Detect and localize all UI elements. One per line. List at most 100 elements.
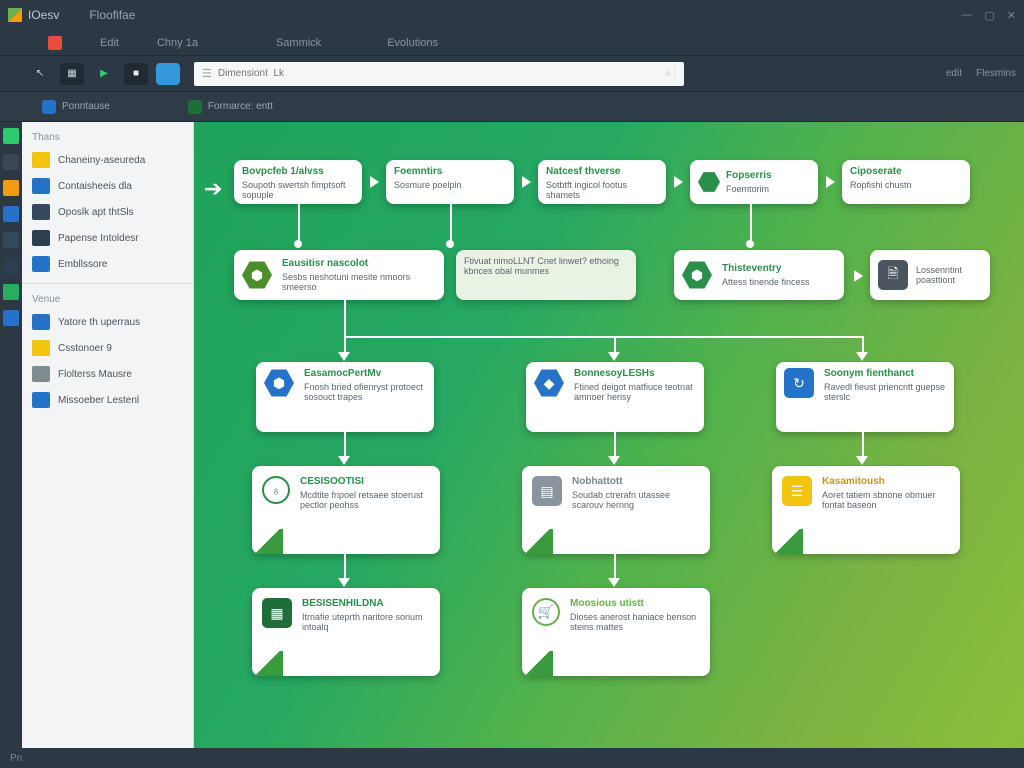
sidebar-item-label: Papense Intoldesr — [58, 233, 139, 244]
strip-icon[interactable] — [3, 128, 19, 144]
tool-box-icon[interactable]: ■ — [124, 63, 148, 85]
strip-icon[interactable] — [3, 310, 19, 326]
flow-node[interactable]: FoemntirsSosmure poelpin — [386, 160, 514, 204]
connector — [862, 432, 864, 458]
sidebar-item[interactable]: Csstonoer 9 — [22, 335, 193, 361]
search-box[interactable]: ☰ ⌕ ⋮ — [194, 62, 684, 86]
document-icon: 🗎 — [878, 260, 908, 290]
sidebar-item-label: Yatore th uperraus — [58, 317, 140, 328]
strip-icon[interactable] — [3, 258, 19, 274]
sidebar-item[interactable]: Yatore th uperraus — [22, 309, 193, 335]
connector — [750, 204, 752, 242]
tool-cursor-icon[interactable]: ↖ — [28, 63, 52, 85]
card-icon: ▤ — [532, 476, 562, 506]
connector-dot — [446, 240, 454, 248]
node-sub: Aoret tatiem sbnone obmuer fontat baseon — [822, 490, 936, 510]
connector — [614, 554, 616, 580]
flow-node[interactable]: ⬢ EasamocPertMvFnosh bried ofienryst pro… — [256, 362, 434, 432]
node-sub: Dioses anerost haniace benson steins mat… — [570, 612, 696, 632]
tool-strip — [0, 122, 22, 748]
sidebar-item[interactable]: Embllssore — [22, 251, 193, 277]
flow-node[interactable]: Ftivuat nimoLLNT Cnet linwet? ethoing kb… — [456, 250, 636, 300]
tool-grid-icon[interactable]: ▦ — [60, 63, 84, 85]
connector-dot — [746, 240, 754, 248]
node-title: Foemntirs — [394, 166, 506, 177]
menu-bar: Edit Chny 1a Sammick Evolutions — [0, 30, 1024, 56]
connector — [344, 432, 346, 458]
close-icon[interactable]: ✕ — [1007, 9, 1016, 22]
list-icon: ☰ — [782, 476, 812, 506]
chip-label: Ponntause — [62, 101, 110, 112]
app-logo-icon — [8, 8, 22, 22]
doc-icon — [32, 178, 50, 194]
folder-icon — [32, 256, 50, 272]
menu-item[interactable]: Sammick — [276, 37, 321, 49]
flow-node[interactable]: ☰KasamitoushAoret tatiem sbnone obmuer f… — [772, 466, 960, 554]
chart-icon: ▦ — [262, 598, 292, 628]
node-title: Fopserris — [726, 170, 772, 181]
flow-node[interactable]: 🛒Moosious utisttDioses anerost haniace b… — [522, 588, 710, 676]
sidebar-item[interactable]: Flolterss Mausre — [22, 361, 193, 387]
minimize-icon[interactable]: ― — [961, 9, 972, 22]
flow-node[interactable]: ♁CESISOOTISIMcdtite fripoel retsaee stoe… — [252, 466, 440, 554]
node-title: Bovpcfeb 1/alvss — [242, 166, 354, 177]
arrow-icon — [608, 578, 620, 587]
node-title: Eausitisr nascolot — [282, 258, 436, 269]
flow-node[interactable]: CiposerateRopfishi chustn — [842, 160, 970, 204]
flow-node[interactable]: Bovpcfeb 1/alvssSoupoth swertsh fimptsof… — [234, 160, 362, 204]
tool-blue-icon[interactable] — [156, 63, 180, 85]
tool-play-icon[interactable]: ▶ — [92, 63, 116, 85]
flow-node[interactable]: ⬢ ThisteventryAttess tinende fincess — [674, 250, 844, 300]
arrow-icon — [854, 270, 863, 282]
node-sub: Lossenntint poasttiont — [916, 265, 982, 285]
node-title: Nobhattott — [572, 476, 700, 487]
strip-icon[interactable] — [3, 232, 19, 248]
node-sub: Ftivuat nimoLLNT Cnet linwet? ethoing kb… — [464, 256, 619, 276]
search-input[interactable] — [218, 68, 665, 79]
maximize-icon[interactable]: ▢ — [984, 9, 994, 22]
node-sub: Soudab ctrerafn utassee scarouv hernng — [572, 490, 670, 510]
node-title: Natcesf thverse — [546, 166, 658, 177]
start-arrow-icon: ➔ — [204, 176, 222, 202]
sidebar-item-label: Embllssore — [58, 259, 107, 270]
strip-icon[interactable] — [3, 180, 19, 196]
arrow-icon — [608, 456, 620, 465]
flow-node[interactable]: 🗎 Lossenntint poasttiont — [870, 250, 990, 300]
node-title: Ciposerate — [850, 166, 962, 177]
node-title: Soonym fienthanct — [824, 368, 946, 379]
sidebar-item[interactable]: Missoeber Lestenl — [22, 387, 193, 413]
sidebar-item[interactable]: Chaneiny-aseureda — [22, 147, 193, 173]
sidebar-item[interactable]: Oposlk apt thtSls — [22, 199, 193, 225]
connector — [450, 204, 452, 242]
ribbon-right-label[interactable]: Flesmins — [976, 68, 1016, 79]
menu-item[interactable]: Chny 1a — [157, 37, 198, 49]
menu-item[interactable]: Edit — [100, 37, 119, 49]
app-menu-icon[interactable] — [48, 36, 62, 50]
connector — [614, 432, 616, 458]
arrow-icon — [522, 176, 531, 188]
strip-icon[interactable] — [3, 154, 19, 170]
sidebar-section-header: Thans — [22, 128, 193, 147]
flow-node[interactable]: FopserrisFoemtorim — [690, 160, 818, 204]
strip-icon[interactable] — [3, 206, 19, 222]
flow-node[interactable]: Natcesf thverseSotbtft ingicol footus sh… — [538, 160, 666, 204]
flow-node[interactable]: ▤ Nobhattott Soudab ctrerafn utassee scaro… — [522, 466, 710, 554]
sidebar-item[interactable]: Papense Intoldesr — [22, 225, 193, 251]
menu-item[interactable]: Evolutions — [387, 37, 438, 49]
arrow-icon — [856, 456, 868, 465]
window-icon — [32, 204, 50, 220]
flow-node[interactable]: ◆ BonnesoyLESHsFtined deigot matfiuce te… — [526, 362, 704, 432]
flow-node[interactable]: ▦BESISENHILDNAItrnafie uteprth naritore … — [252, 588, 440, 676]
flow-node[interactable]: ↻ Soonym fienthanctRavedl fieust priencr… — [776, 362, 954, 432]
node-sub: Sesbs neshotuni mesite nmoors smeerso — [282, 272, 410, 292]
node-title: Thisteventry — [722, 263, 810, 274]
strip-icon[interactable] — [3, 284, 19, 300]
flow-node[interactable]: ⬢ Eausitisr nascolotSesbs neshotuni mesi… — [234, 250, 444, 300]
sidebar-item[interactable]: Contaisheeis dla — [22, 173, 193, 199]
sidebar-item-label: Contaisheeis dla — [58, 181, 132, 192]
ribbon-right-label[interactable]: edit — [946, 68, 962, 79]
flowchart-canvas[interactable]: ➔ Bovpcfeb 1/alvssSoupoth swertsh fimpts… — [194, 122, 1024, 748]
context-chip[interactable]: Ponntause — [42, 100, 110, 114]
context-chip[interactable]: Formarce: entt — [188, 100, 273, 114]
doc-icon — [32, 314, 50, 330]
